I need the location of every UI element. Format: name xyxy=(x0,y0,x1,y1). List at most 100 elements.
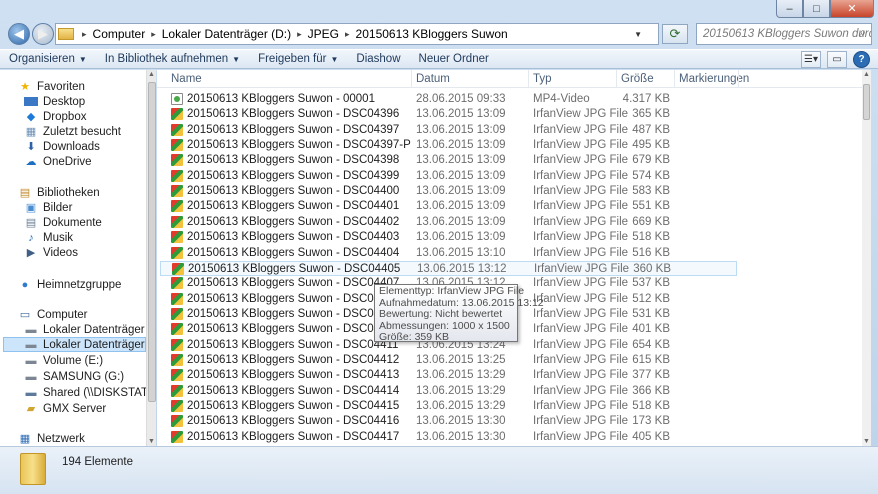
table-row[interactable]: 20150613 KBloggers Suwon - DSC04396 13.06… xyxy=(167,107,735,122)
nav-shared-network-drive[interactable]: ▬ Shared (\\DISKSTATION) ( xyxy=(24,385,147,400)
nav-favorites[interactable]: ★ Favoriten xyxy=(18,79,85,94)
table-row[interactable]: 20150613 KBloggers Suwon - DSC04416 13.06… xyxy=(167,414,735,429)
nav-scrollbar-thumb[interactable] xyxy=(148,82,156,402)
table-row[interactable]: 20150613 KBloggers Suwon - 00001 28.06.20… xyxy=(167,92,735,107)
close-button[interactable]: ✕ xyxy=(830,0,874,18)
nav-scrollbar[interactable]: ▲ ▼ xyxy=(146,70,156,446)
nav-drive-g[interactable]: ▬ SAMSUNG (G:) xyxy=(24,369,125,384)
file-name-cell[interactable]: 20150613 KBloggers Suwon - DSC04405 xyxy=(172,262,412,275)
nav-recent[interactable]: ▦ Zuletzt besucht xyxy=(24,124,121,139)
nav-dropbox[interactable]: ◆ Dropbox xyxy=(24,109,87,124)
column-divider[interactable] xyxy=(411,70,412,88)
table-row[interactable]: 20150613 KBloggers Suwon - DSC04413 13.06… xyxy=(167,368,735,383)
back-button[interactable]: ◀ xyxy=(8,23,30,45)
search-icon[interactable]: ⌕ xyxy=(860,27,866,40)
column-name[interactable]: Name xyxy=(171,73,202,85)
file-name-cell[interactable]: 20150613 KBloggers Suwon - DSC04416 xyxy=(171,415,411,428)
table-row[interactable]: 20150613 KBloggers Suwon - DSC04400 13.06… xyxy=(167,184,735,199)
file-list-scrollbar-thumb[interactable] xyxy=(863,84,870,120)
chevron-right-icon[interactable]: ▸ xyxy=(147,29,160,40)
table-row[interactable]: 20150613 KBloggers Suwon - DSC04399 13.06… xyxy=(167,169,735,184)
file-name-cell[interactable]: 20150613 KBloggers Suwon - DSC04397-Pano xyxy=(171,139,411,152)
file-name-cell[interactable]: 20150613 KBloggers Suwon - DSC04402 xyxy=(171,215,411,228)
nav-desktop[interactable]: Desktop xyxy=(24,94,85,109)
column-divider[interactable] xyxy=(674,70,675,88)
file-name-cell[interactable]: 20150613 KBloggers Suwon - DSC04412 xyxy=(171,353,411,366)
table-row[interactable]: 20150613 KBloggers Suwon - DSC04403 13.06… xyxy=(167,230,735,245)
table-row[interactable]: 20150613 KBloggers Suwon - DSC04412 13.06… xyxy=(167,353,735,368)
chevron-right-icon[interactable]: ▸ xyxy=(341,29,354,40)
nav-drive-d[interactable]: ▬ Lokaler Datenträger (D:) xyxy=(3,337,146,352)
file-name-cell[interactable]: 20150613 KBloggers Suwon - DSC04397 xyxy=(171,123,411,136)
column-divider[interactable] xyxy=(616,70,617,88)
column-size[interactable]: Größe xyxy=(621,73,654,85)
file-name-cell[interactable]: 20150613 KBloggers Suwon - DSC04403 xyxy=(171,231,411,244)
scroll-up-icon[interactable]: ▲ xyxy=(863,71,870,78)
nav-libraries[interactable]: ▤ Bibliotheken xyxy=(18,185,100,200)
organize-menu[interactable]: Organisieren ▼ xyxy=(0,53,96,65)
nav-network[interactable]: ▦ Netzwerk xyxy=(18,431,85,446)
table-row[interactable]: 20150613 KBloggers Suwon - DSC04402 13.06… xyxy=(167,215,735,230)
slideshow-button[interactable]: Diashow xyxy=(347,53,409,65)
breadcrumb-jpeg[interactable]: JPEG xyxy=(306,27,341,41)
nav-music[interactable]: ♪ Musik xyxy=(24,230,73,245)
nav-drive-e[interactable]: ▬ Volume (E:) xyxy=(24,353,104,368)
file-name-cell[interactable]: 20150613 KBloggers Suwon - DSC04399 xyxy=(171,169,411,182)
table-row[interactable]: 20150613 KBloggers Suwon - DSC04414 13.06… xyxy=(167,384,735,399)
file-name-cell[interactable]: 20150613 KBloggers Suwon - DSC04400 xyxy=(171,185,411,198)
scroll-down-icon[interactable]: ▼ xyxy=(148,438,155,445)
refresh-button[interactable]: ⟳ xyxy=(662,24,688,44)
search-input[interactable]: 20150613 KBloggers Suwon durchsuch... ⌕ xyxy=(696,23,872,45)
file-list-scrollbar[interactable]: ▲ ▼ xyxy=(862,70,871,446)
breadcrumb-computer[interactable]: Computer xyxy=(91,27,148,41)
forward-button[interactable]: ▶ xyxy=(32,23,54,45)
file-name-cell[interactable]: 20150613 KBloggers Suwon - DSC04404 xyxy=(171,246,411,259)
new-folder-button[interactable]: Neuer Ordner xyxy=(410,53,498,65)
preview-pane-button[interactable]: ▭ xyxy=(827,51,847,68)
file-name-cell[interactable]: 20150613 KBloggers Suwon - DSC04401 xyxy=(171,200,411,213)
table-row[interactable]: 20150613 KBloggers Suwon - DSC04405 13.06… xyxy=(160,260,737,276)
nav-drive-c[interactable]: ▬ Lokaler Datenträger (C:) xyxy=(24,322,147,337)
file-name-cell[interactable]: 20150613 KBloggers Suwon - DSC04398 xyxy=(171,154,411,167)
image-file-icon xyxy=(171,246,183,259)
column-type[interactable]: Typ xyxy=(533,73,552,85)
table-row[interactable]: 20150613 KBloggers Suwon - DSC04404 13.06… xyxy=(167,246,735,261)
column-date[interactable]: Datum xyxy=(416,73,450,85)
maximize-button[interactable]: □ xyxy=(803,0,830,18)
nav-onedrive[interactable]: ☁ OneDrive xyxy=(24,154,92,169)
nav-gmx-server[interactable]: ▰ GMX Server xyxy=(24,401,107,416)
file-name-cell[interactable]: 20150613 KBloggers Suwon - DSC04415 xyxy=(171,400,411,412)
share-with-menu[interactable]: Freigeben für ▼ xyxy=(249,53,347,65)
nav-computer[interactable]: ▭ Computer xyxy=(18,307,88,322)
file-name-cell[interactable]: 20150613 KBloggers Suwon - DSC04396 xyxy=(171,108,411,121)
help-button[interactable]: ? xyxy=(853,51,870,68)
file-name-cell[interactable]: 20150613 KBloggers Suwon - DSC04417 xyxy=(171,430,411,443)
column-divider[interactable] xyxy=(738,70,739,88)
network-drive-icon: ▬ xyxy=(25,386,37,399)
file-name-cell[interactable]: 20150613 KBloggers Suwon - DSC04413 xyxy=(171,369,411,382)
table-row[interactable]: 20150613 KBloggers Suwon - DSC04415 13.06… xyxy=(167,399,735,414)
table-row[interactable]: 20150613 KBloggers Suwon - DSC04401 13.06… xyxy=(167,199,735,214)
scroll-down-icon[interactable]: ▼ xyxy=(863,438,870,445)
chevron-down-icon[interactable]: ▼ xyxy=(634,30,642,39)
table-row[interactable]: 20150613 KBloggers Suwon - DSC04397 13.06… xyxy=(167,123,735,138)
table-row[interactable]: 20150613 KBloggers Suwon - DSC04398 13.06… xyxy=(167,153,735,168)
scroll-up-icon[interactable]: ▲ xyxy=(148,71,155,78)
table-row[interactable]: 20150613 KBloggers Suwon - DSC04417 13.06… xyxy=(167,430,735,445)
breadcrumb-current-folder[interactable]: 20150613 KBloggers Suwon xyxy=(354,27,510,41)
nav-downloads[interactable]: ⬇ Downloads xyxy=(24,139,100,154)
minimize-button[interactable]: – xyxy=(776,0,803,18)
table-row[interactable]: 20150613 KBloggers Suwon - DSC04397-Pano… xyxy=(167,138,735,153)
include-in-library-menu[interactable]: In Bibliothek aufnehmen ▼ xyxy=(96,53,249,65)
nav-homegroup[interactable]: ● Heimnetzgruppe xyxy=(18,277,122,292)
file-name-cell[interactable]: 20150613 KBloggers Suwon - 00001 xyxy=(171,93,411,105)
address-bar[interactable]: ▸ Computer ▸ Lokaler Datenträger (D:) ▸ … xyxy=(55,23,659,45)
chevron-right-icon[interactable]: ▸ xyxy=(293,29,306,40)
nav-pictures[interactable]: ▣ Bilder xyxy=(24,200,73,215)
breadcrumb-drive-d[interactable]: Lokaler Datenträger (D:) xyxy=(160,27,293,41)
file-name-cell[interactable]: 20150613 KBloggers Suwon - DSC04414 xyxy=(171,384,411,397)
nav-documents[interactable]: ▤ Dokumente xyxy=(24,215,102,230)
view-options-button[interactable]: ☰▾ xyxy=(801,51,821,68)
column-divider[interactable] xyxy=(528,70,529,88)
nav-videos[interactable]: ▶ Videos xyxy=(24,245,78,260)
